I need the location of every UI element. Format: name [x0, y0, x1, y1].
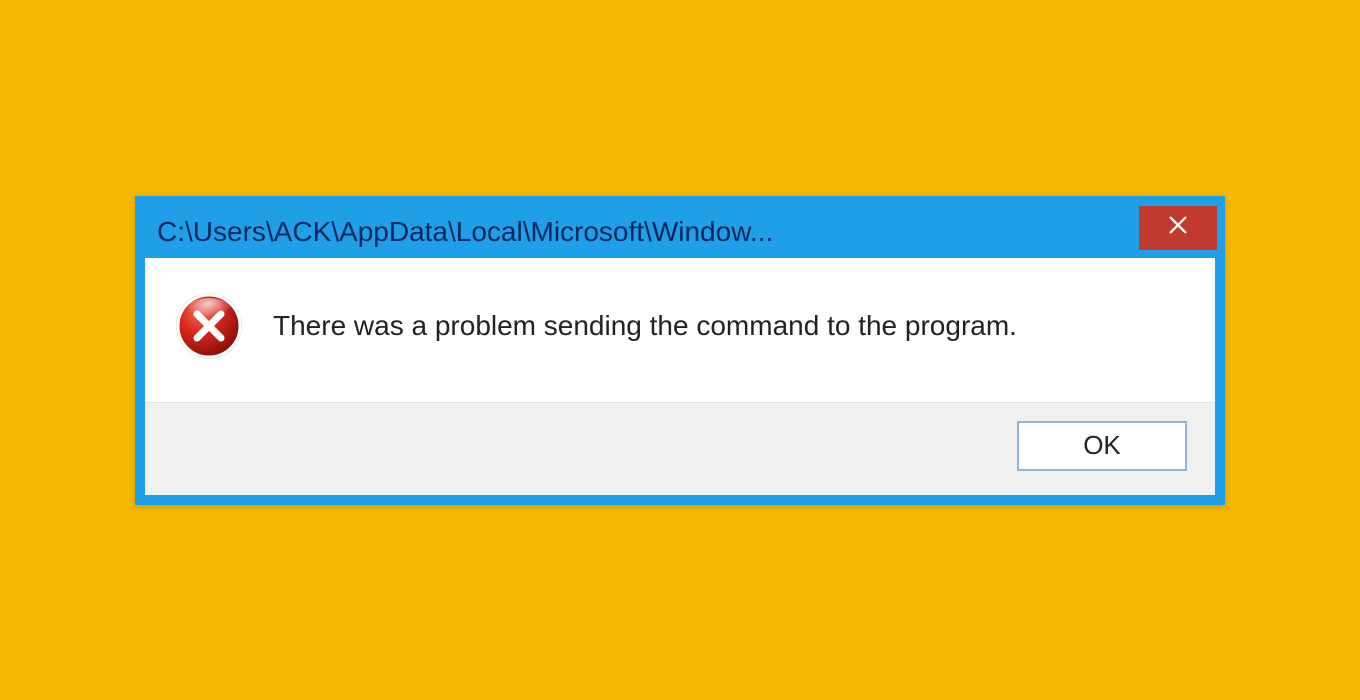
close-icon	[1167, 214, 1189, 241]
dialog-button-row: OK	[145, 402, 1215, 495]
ok-button[interactable]: OK	[1017, 421, 1187, 471]
dialog-titlebar[interactable]: C:\Users\ACK\AppData\Local\Microsoft\Win…	[145, 206, 1215, 258]
dialog-message: There was a problem sending the command …	[273, 310, 1017, 342]
dialog-title: C:\Users\ACK\AppData\Local\Microsoft\Win…	[157, 216, 1139, 248]
error-dialog: C:\Users\ACK\AppData\Local\Microsoft\Win…	[135, 196, 1225, 505]
error-icon	[173, 290, 245, 362]
close-button[interactable]	[1139, 206, 1217, 250]
dialog-body: There was a problem sending the command …	[145, 258, 1215, 402]
